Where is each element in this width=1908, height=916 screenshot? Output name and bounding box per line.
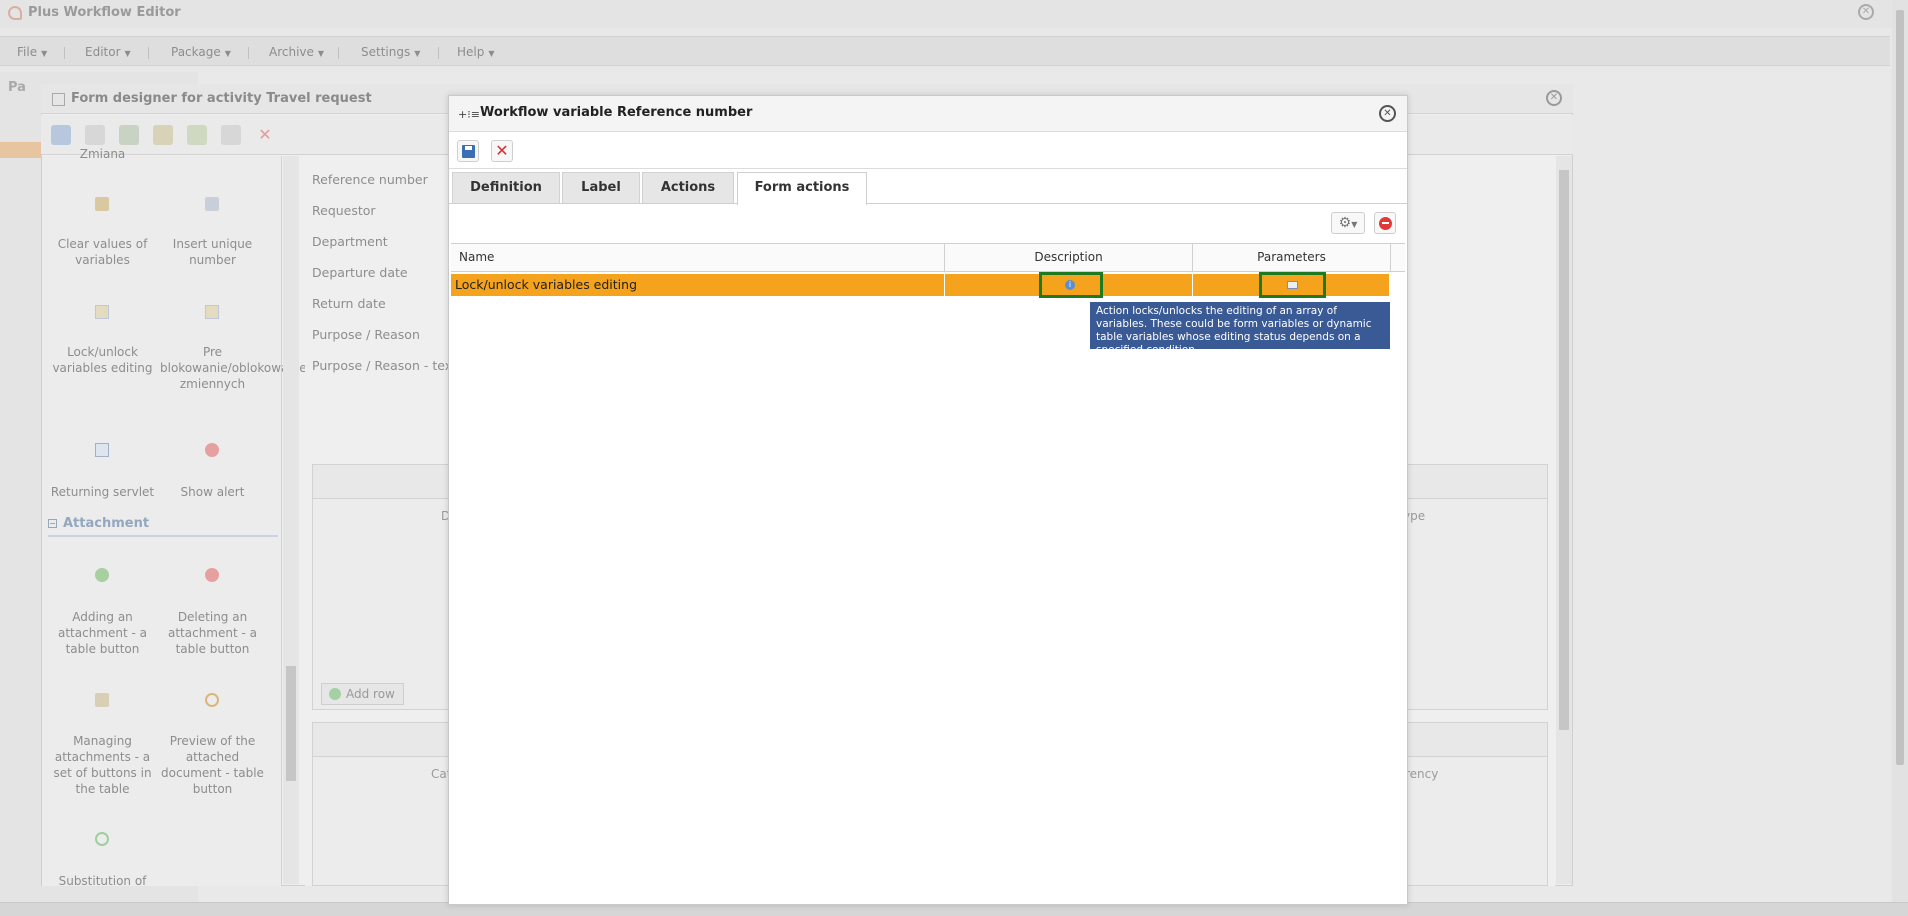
alert-icon [205,443,219,457]
menu-bar: File ▼ Editor ▼ Package ▼ Archive ▼ Settings… [0,36,1890,66]
palette-item-lock-unlock[interactable]: Lock/unlock variables editing [50,344,155,376]
settings-dropdown-button[interactable]: ⚙▼ [1331,212,1365,234]
add-icon [95,568,109,582]
palette-item-adding-attachment[interactable]: Adding an attachment - a table button [50,609,155,657]
dynamic-table-column: rency [1405,767,1439,781]
form-designer-title: Form designer for activity Travel reques… [71,91,372,106]
menu-help[interactable]: Help ▼ [448,42,504,62]
form-designer-close-icon[interactable]: ✕ [1546,90,1562,106]
tree-selected-node[interactable] [0,142,42,158]
tab-label[interactable]: Label [562,172,640,203]
palette-item-cut: Zmiana [79,147,126,161]
variable-icon: +⁝≡ [458,108,480,121]
add-icon [329,688,341,700]
remove-icon [1379,217,1392,230]
grid-toolbar [449,205,1407,243]
menu-archive[interactable]: Archive ▼ [260,42,333,62]
menu-file[interactable]: File ▼ [8,42,56,62]
delete-icon [205,568,219,582]
form-label-departure-date[interactable]: Departure date [312,265,408,280]
row-name-cell[interactable]: Lock/unlock variables editing [451,274,945,296]
lock-form-icon [95,305,109,319]
palette-item-returning-servlet[interactable]: Returning servlet [50,484,155,500]
attachment-section-header[interactable]: − Attachment [48,516,278,537]
copy-icon[interactable] [85,125,105,145]
add-form-icon[interactable] [119,125,139,145]
tag-icon [205,197,219,211]
dialog-title: Workflow variable Reference number [480,105,753,120]
cancel-button[interactable]: ✕ [491,140,513,162]
tab-actions[interactable]: Actions [642,172,734,203]
app-titlebar [0,0,1908,28]
palette-item-substitution[interactable]: Substitution of [50,873,155,889]
save-button[interactable] [457,140,479,162]
palette-item-insert-unique-number[interactable]: Insert unique number [160,236,265,268]
column-header-name[interactable]: Name [451,243,945,272]
tab-form-actions[interactable]: Form actions [737,172,867,205]
form-designer-icon [52,93,65,106]
palette-item-deleting-attachment[interactable]: Deleting an attachment - a table button [160,609,265,657]
info-icon[interactable]: i [1065,280,1075,290]
attachments-icon [95,693,109,707]
brush-icon [95,197,109,211]
gear-icon: ⚙ [1338,215,1352,231]
refresh-icon [95,832,109,846]
add-row-button[interactable]: Add row [321,683,404,705]
menu-package[interactable]: Package ▼ [162,42,240,62]
form-label-purpose-reason[interactable]: Purpose / Reason [312,327,420,342]
form-label-purpose-reason-text[interactable]: Purpose / Reason - text [312,358,457,373]
form-label-reference-number[interactable]: Reference number [312,172,428,187]
column-header-description[interactable]: Description [945,243,1193,272]
add-field-icon[interactable] [153,125,173,145]
app-logo-icon [8,6,22,20]
column-header-parameters[interactable]: Parameters [1193,243,1391,272]
description-tooltip: Action locks/unlocks the editing of an a… [1090,302,1390,356]
save-icon [462,145,475,158]
tab-definition[interactable]: Definition [452,172,560,203]
palette-item-show-alert[interactable]: Show alert [160,484,265,500]
lock-form-icon [205,305,219,319]
magnifier-icon [205,693,219,707]
parameters-icon[interactable] [1287,281,1298,289]
save-icon[interactable] [51,125,71,145]
dialog-close-icon[interactable]: ✕ [1379,105,1396,122]
palette-item-pre-blokowanie[interactable]: Pre blokowanie/oblokowanie zmiennych [160,344,307,392]
close-icon: ✕ [495,141,509,160]
menu-settings[interactable]: Settings ▼ [352,42,429,62]
palette-item-managing-attachments[interactable]: Managing attachments - a set of buttons … [50,733,155,797]
palette-item-preview-attached[interactable]: Preview of the attached document - table… [160,733,265,797]
menu-editor[interactable]: Editor ▼ [76,42,140,62]
preview-icon[interactable] [221,125,241,145]
tree-panel-title: Pa [8,80,26,95]
app-close-icon[interactable]: ✕ [1858,4,1874,20]
form-label-return-date[interactable]: Return date [312,296,386,311]
servlet-icon [95,443,109,457]
add-section-icon[interactable] [187,125,207,145]
page-scrollbar-thumb[interactable] [1896,10,1904,765]
app-title: Plus Workflow Editor [28,5,181,20]
palette-item-clear-values[interactable]: Clear values of variables [50,236,155,268]
form-label-requestor[interactable]: Requestor [312,203,376,218]
form-label-department[interactable]: Department [312,234,388,249]
palette-scrollbar-thumb[interactable] [286,666,296,781]
delete-icon[interactable]: ✕ [255,125,275,145]
remove-action-button[interactable] [1374,212,1396,234]
dialog-toolbar [449,133,1407,169]
form-scrollbar-thumb[interactable] [1559,170,1569,730]
